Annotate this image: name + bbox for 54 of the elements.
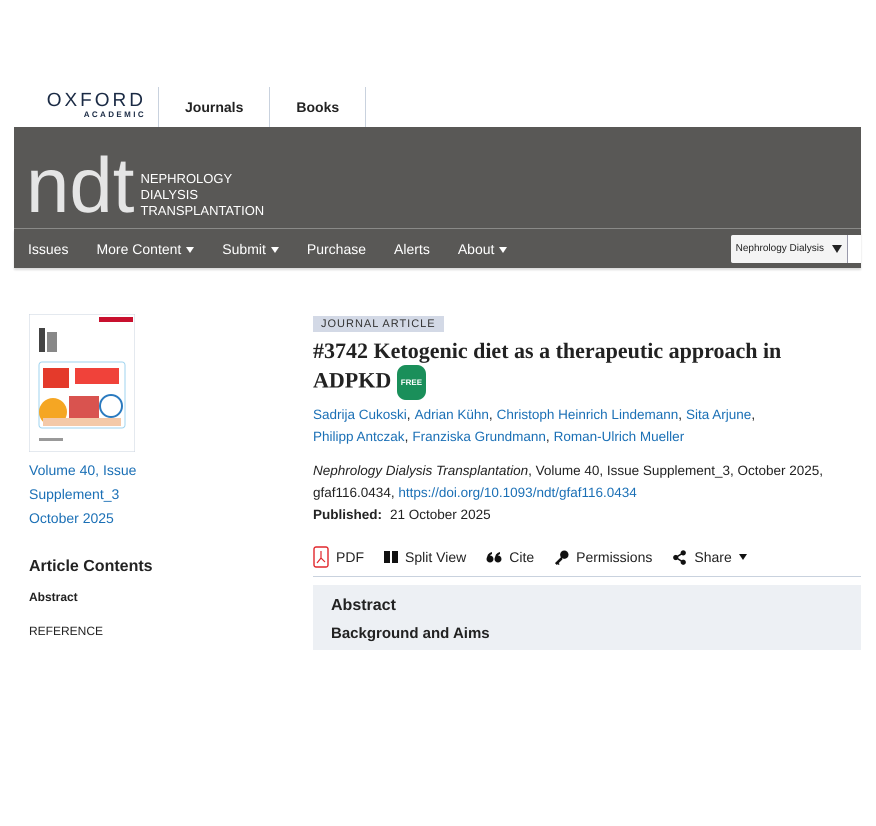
nav-item[interactable]: Issues	[28, 240, 68, 256]
contents-link[interactable]: REFERENCE	[29, 624, 104, 638]
key-icon	[554, 550, 570, 564]
pdf-icon	[313, 546, 329, 568]
ndt-logo-mark[interactable]: ndt	[26, 150, 134, 220]
share-icon	[672, 550, 688, 564]
journal-name-line: DIALYSIS	[140, 187, 199, 203]
separator: ,	[751, 407, 756, 422]
nav-item[interactable]: More Content	[96, 240, 194, 256]
author-link[interactable]: Sadrija Cukoski	[313, 407, 407, 422]
author-link[interactable]: Philipp Antczak	[313, 429, 405, 444]
nav-item[interactable]: About	[458, 240, 508, 256]
search-scope-dropdown[interactable]: Nephrology Dialysis	[730, 234, 847, 262]
academic-logo-text[interactable]: ACADEMIC	[84, 110, 146, 120]
separator: ,	[404, 429, 408, 444]
author-link[interactable]: Franziska Grundmann	[412, 429, 546, 444]
toolbar-button[interactable]: Permissions	[554, 549, 652, 565]
nav-item[interactable]: Purchase	[306, 240, 366, 256]
toolbar-button[interactable]: Split View	[384, 549, 466, 565]
issue-link[interactable]: Volume 40, Issue	[29, 458, 136, 482]
separator: ,	[488, 407, 493, 422]
author-link[interactable]: Adrian Kühn	[414, 407, 489, 422]
search-field[interactable]	[847, 234, 861, 262]
nav-item[interactable]: Submit	[222, 240, 279, 256]
section-heading: Background and Aims	[331, 625, 491, 642]
contents-heading: Article Contents	[29, 558, 153, 576]
article-title: #3742 Ketogenic diet as a therapeutic approach in ADPKD FREE	[313, 336, 861, 400]
journal-name-line: NEPHROLOGY	[140, 171, 234, 187]
author-link[interactable]: Sita Arjune	[686, 407, 752, 422]
separator: ,	[546, 429, 550, 444]
nav-item[interactable]: Alerts	[394, 240, 430, 256]
issue-link[interactable]: Supplement_3	[29, 482, 136, 506]
contents-link[interactable]: Abstract	[29, 590, 78, 604]
published-label: Published:	[313, 506, 382, 524]
published-date: 21 October 2025	[390, 506, 491, 524]
toolbar-button[interactable]: PDF	[313, 546, 364, 568]
caret-icon	[738, 554, 747, 560]
abstract-heading: Abstract	[331, 597, 397, 615]
columns-icon	[384, 550, 398, 564]
quote-icon	[486, 551, 502, 563]
oxford-logo-text[interactable]: OXFORD	[46, 90, 146, 110]
article-type-tag: JOURNAL ARTICLE	[313, 316, 444, 332]
toolbar-button[interactable]: Cite	[486, 549, 534, 565]
citation-text: Nephrology Dialysis Transplantation, Volume 40, Issue Supplement_3, October 2025, gfaf116.0434, https://doi.org/10.1093/ndt/gfaf116.0434	[313, 462, 824, 502]
author-link[interactable]: Roman-Ulrich Mueller	[554, 429, 684, 444]
free-badge: FREE	[396, 365, 426, 400]
author-link[interactable]: Christoph Heinrich Lindemann	[496, 407, 678, 422]
issue-link[interactable]: October 2025	[29, 506, 136, 530]
separator: ,	[678, 407, 682, 422]
doi-link[interactable]: https://doi.org/10.1093/ndt/gfaf116.0434	[398, 485, 637, 500]
toolbar-button[interactable]: Share	[672, 549, 747, 565]
separator: ,	[406, 407, 411, 422]
caret-icon	[832, 244, 842, 252]
journal-name-line: TRANSPLANTATION	[140, 203, 264, 219]
